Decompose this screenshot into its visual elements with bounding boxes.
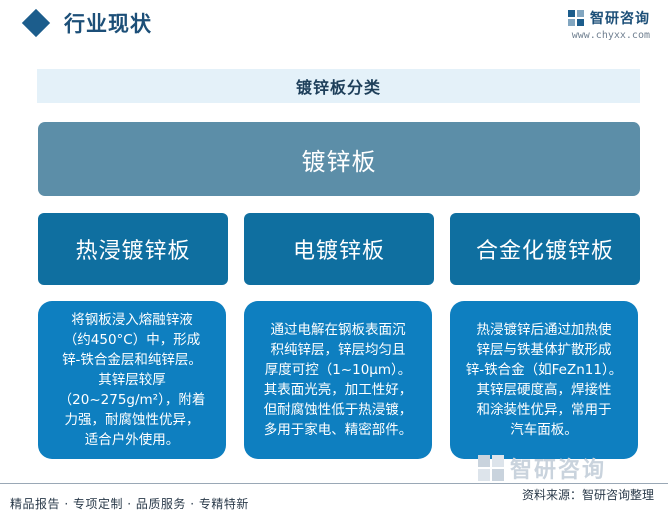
header: e pattern 行业现状 智研咨询 www.chyxx.com [0, 0, 668, 56]
desc-line: 积纯锌层，锌层均匀且 [270, 342, 406, 358]
desc-line: 厚度可控（1~10μm）。 [264, 362, 412, 378]
desc-box-galvannealed: 热浸镀锌后通过加热使 锌层与铁基体扩散形成 锌-铁合金（如FeZn11）。 其锌… [450, 301, 638, 459]
desc-line: 锌层与铁基体扩散形成 [476, 342, 612, 358]
footer-logo-name: 智研咨询 [510, 458, 607, 483]
footer-watermark-logo: 智研咨询 [476, 452, 606, 484]
diamond-icon [21, 8, 51, 38]
desc-line: （20~275g/m²），附着 [58, 392, 206, 408]
type-node-label: 电镀锌板 [292, 239, 385, 264]
desc-line: 其表面光亮，加工性好， [263, 382, 413, 398]
footer-source: 资料来源：智研咨询整理 [521, 488, 654, 502]
desc-box-electro: 通过电解在钢板表面沉 积纯锌层，锌层均匀且 厚度可控（1~10μm）。 其表面光… [244, 301, 432, 459]
desc-line: 力强，耐腐蚀性优异， [64, 412, 200, 428]
desc-line: 和涂装性优异，常用于 [476, 402, 612, 418]
desc-line: 热浸镀锌后通过加热使 [476, 322, 612, 338]
desc-line: 多用于家电、精密部件。 [263, 422, 413, 438]
desc-line: 通过电解在钢板表面沉 [270, 322, 406, 338]
type-node-label: 合金化镀锌板 [475, 239, 614, 264]
desc-line: 锌-铁合金层和纯锌层。 [62, 352, 202, 368]
desc-text: 热浸镀锌后通过加热使 锌层与铁基体扩散形成 锌-铁合金（如FeZn11）。 其锌… [466, 320, 622, 440]
brand-url[interactable]: www.chyxx.com [567, 30, 650, 41]
desc-text: 将钢板浸入熔融锌液 （约450°C）中，形成 锌-铁合金层和纯锌层。 其锌层较厚… [59, 310, 206, 450]
section-title: 行业现状 [64, 12, 152, 36]
brand-name: 智研咨询 [590, 11, 650, 27]
desc-line: 将钢板浸入熔融锌液 [71, 312, 193, 328]
desc-line: 适合户外使用。 [84, 432, 180, 448]
desc-line: 其锌层较厚 [98, 372, 166, 388]
type-node-electro: 电镀锌板 [244, 213, 434, 285]
footer-logo-icon [478, 455, 504, 481]
type-node-hot-dip: 热浸镀锌板 [38, 213, 228, 285]
desc-box-hot-dip: 将钢板浸入熔融锌液 （约450°C）中，形成 锌-铁合金层和纯锌层。 其锌层较厚… [38, 301, 226, 459]
brand: 智研咨询 www.chyxx.com [567, 8, 650, 41]
diagram-title-banner: 镀锌板分类 [37, 69, 640, 103]
desc-line: （约450°C）中，形成 [63, 332, 201, 348]
type-node-label: 热浸镀锌板 [75, 239, 191, 264]
brand-logo-icon [568, 10, 584, 26]
root-node: 镀锌板 [38, 122, 640, 196]
footer-slogan: 精品报告 · 专项定制 · 品质服务 · 专精特新 [10, 497, 249, 511]
desc-text: 通过电解在钢板表面沉 积纯锌层，锌层均匀且 厚度可控（1~10μm）。 其表面光… [264, 320, 413, 440]
footer-divider [0, 483, 668, 484]
type-node-galvannealed: 合金化镀锌板 [450, 213, 640, 285]
root-node-label: 镀锌板 [301, 147, 377, 176]
desc-line: 但耐腐蚀性低于热浸镀， [263, 402, 413, 418]
diagram-title: 镀锌板分类 [295, 78, 381, 97]
desc-line: 汽车面板。 [510, 422, 578, 438]
desc-line: 其锌层硬度高，焊接性 [476, 382, 612, 398]
desc-line: 锌-铁合金（如FeZn11）。 [465, 362, 623, 378]
